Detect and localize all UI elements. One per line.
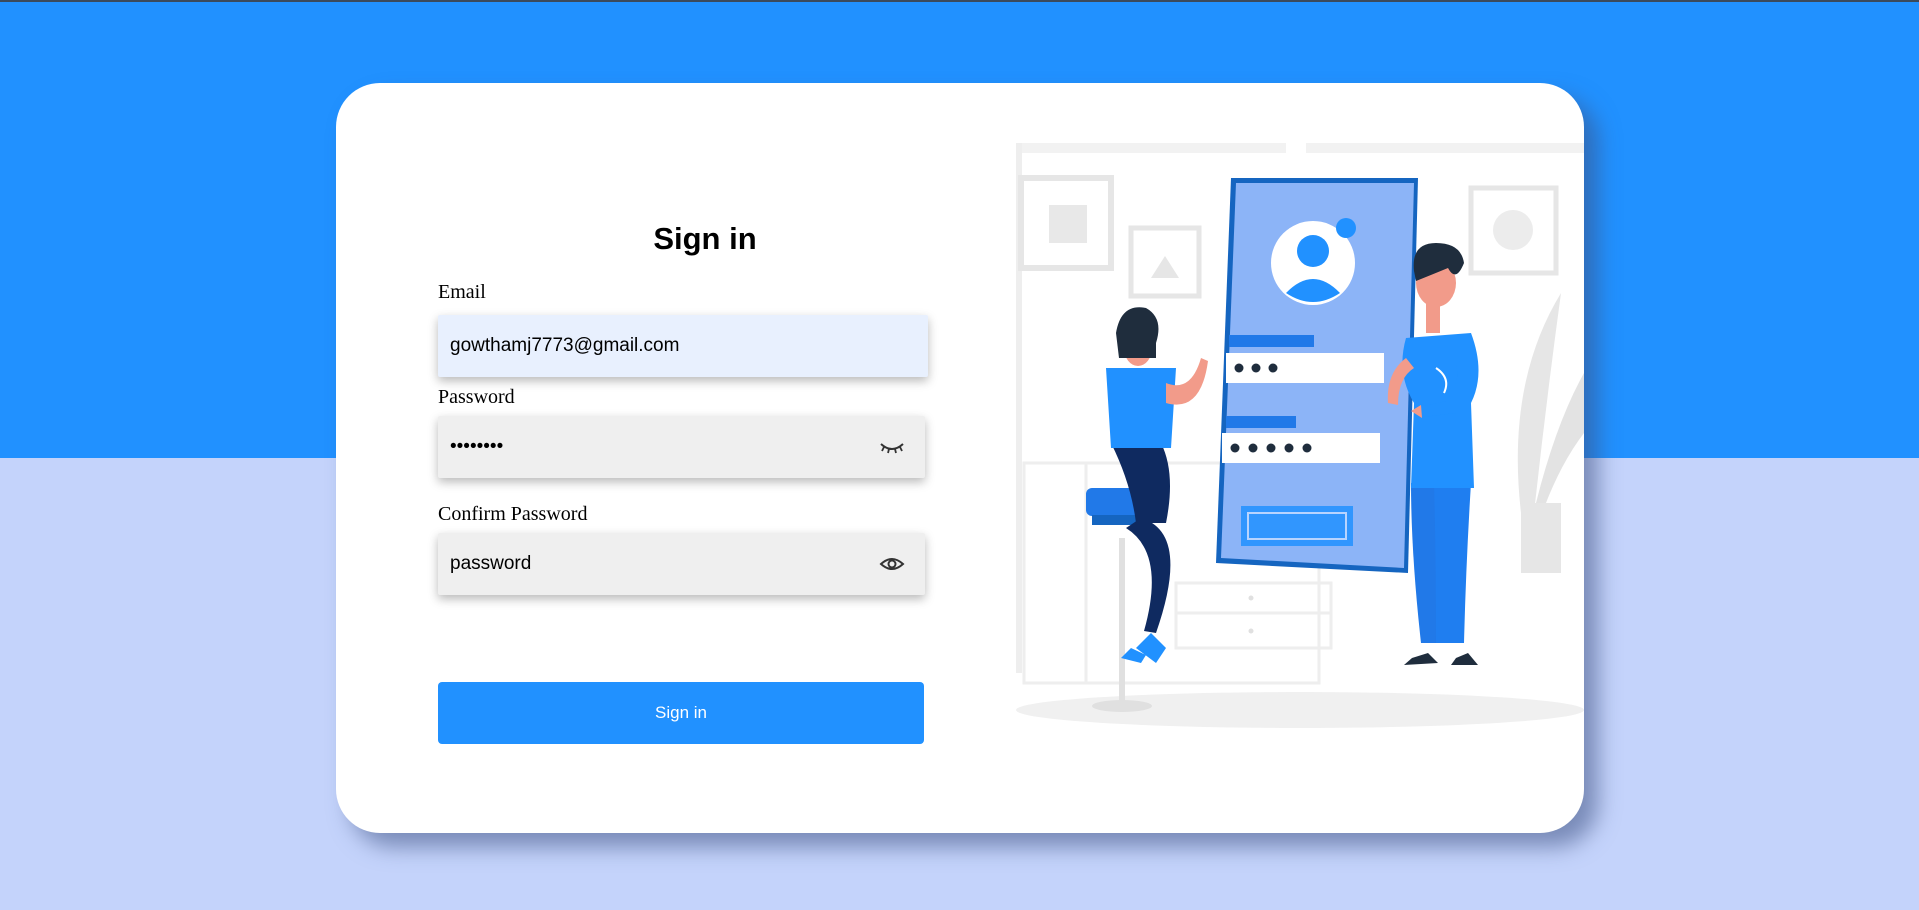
confirm-password-field[interactable] bbox=[438, 533, 925, 595]
email-label: Email bbox=[438, 281, 486, 303]
eye-closed-icon[interactable] bbox=[879, 435, 905, 459]
password-field[interactable] bbox=[438, 416, 925, 478]
signin-illustration bbox=[1016, 143, 1584, 743]
email-field-wrapper bbox=[438, 315, 928, 377]
eye-open-icon[interactable] bbox=[879, 552, 905, 576]
password-field-wrapper bbox=[438, 416, 925, 478]
signin-card: Sign in Email Password Confirm Password … bbox=[336, 83, 1584, 833]
signin-button[interactable]: Sign in bbox=[438, 682, 924, 744]
email-field[interactable] bbox=[438, 315, 928, 377]
password-label: Password bbox=[438, 386, 515, 408]
confirm-password-field-wrapper bbox=[438, 533, 925, 595]
confirm-password-label: Confirm Password bbox=[438, 503, 588, 525]
page-title: Sign in bbox=[653, 221, 757, 256]
